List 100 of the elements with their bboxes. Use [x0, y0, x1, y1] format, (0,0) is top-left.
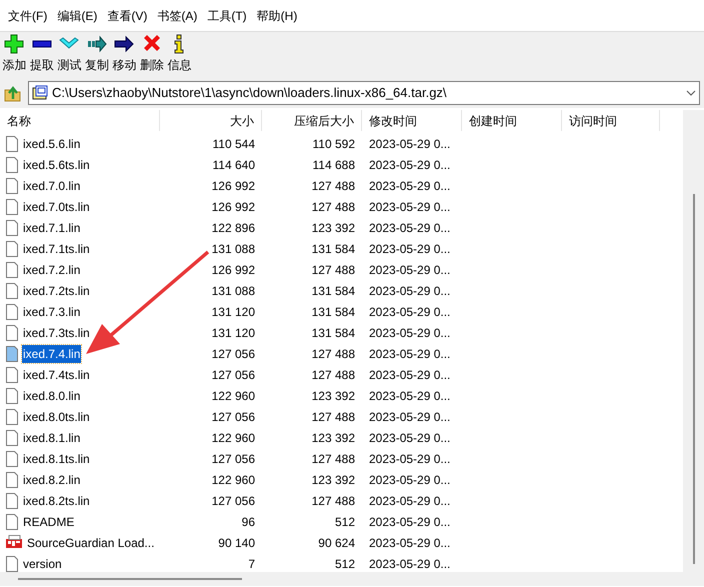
file-name[interactable]: ixed.7.0ts.lin: [22, 198, 91, 216]
modified-cell-text: 2023-05-29 0...: [369, 282, 450, 300]
modified-cell-text: 2023-05-29 0...: [369, 136, 450, 152]
file-name[interactable]: ixed.7.1.lin: [22, 218, 82, 236]
size-cell-text: 122 960: [212, 472, 255, 488]
cross-icon: [142, 34, 162, 54]
file-icon: [6, 346, 18, 362]
file-icon: [6, 408, 18, 424]
delete-button[interactable]: 删除: [138, 34, 165, 72]
file-name[interactable]: ixed.7.4ts.lin: [22, 366, 91, 384]
file-name[interactable]: ixed.7.2.lin: [22, 260, 82, 278]
file-icon: [6, 198, 18, 214]
packed-cell-text: 512: [334, 514, 355, 530]
file-name[interactable]: ixed.7.0.lin: [22, 176, 82, 194]
column-header[interactable]: 名称: [0, 110, 160, 131]
dropdown-caret-icon[interactable]: [686, 90, 696, 96]
vertical-scrollbar-thumb[interactable]: [692, 194, 694, 564]
column-header[interactable]: 访问时间: [562, 110, 660, 131]
modified-cell-text: 2023-05-29 0...: [369, 534, 450, 552]
modified-cell-text: 2023-05-29 0...: [369, 556, 450, 572]
add-button[interactable]: 添加: [1, 34, 28, 72]
menu-item[interactable]: 文件(F): [4, 6, 52, 24]
modified-cell-text: 2023-05-29 0...: [369, 430, 450, 446]
file-name[interactable]: ixed.7.4.lin: [22, 344, 82, 362]
file-name[interactable]: ixed.7.3ts.lin: [22, 324, 91, 342]
modified-cell-text: 2023-05-29 0...: [369, 304, 450, 320]
modified-cell-text: 2023-05-29 0...: [369, 262, 450, 278]
packed-cell-text: 123 392: [312, 472, 355, 488]
size-cell-text: 126 992: [212, 262, 255, 278]
file-name[interactable]: SourceGuardian Load...: [26, 534, 156, 552]
menu-item[interactable]: 查看(V): [103, 6, 152, 24]
file-name[interactable]: ixed.5.6ts.lin: [22, 156, 91, 174]
modified-cell-text: 2023-05-29 0...: [369, 450, 450, 468]
file-icon: [6, 178, 18, 194]
packed-cell-text: 127 488: [312, 346, 355, 362]
horizontal-scrollbar-thumb[interactable]: [18, 578, 242, 580]
size-cell-text: 131 088: [212, 282, 255, 300]
file-name[interactable]: version: [22, 554, 63, 572]
info-button[interactable]: 信息: [166, 34, 192, 72]
dashed-arrow-icon: [86, 34, 107, 54]
size-cell-text: 114 640: [212, 156, 255, 174]
size-cell-text: 7: [248, 556, 255, 572]
menu-item[interactable]: 编辑(E): [53, 6, 102, 24]
size-cell-text: 110 544: [212, 136, 255, 152]
address-combobox[interactable]: C:\Users\zhaoby\Nutstore\1\async\down\loaders.linux-x86_64.tar.gz\: [28, 81, 700, 105]
file-name[interactable]: ixed.8.0ts.lin: [22, 408, 91, 426]
size-cell-text: 127 056: [212, 450, 255, 468]
file-icon: [6, 324, 18, 340]
size-cell-text: 122 960: [212, 430, 255, 446]
file-name[interactable]: ixed.8.1.lin: [22, 428, 82, 446]
file-name[interactable]: README: [22, 512, 76, 530]
test-button[interactable]: 测试: [56, 34, 82, 72]
file-icon: [6, 304, 18, 320]
packed-cell-text: 131 584: [312, 240, 355, 258]
column-header[interactable]: 压缩后大小: [262, 110, 362, 131]
modified-cell-text: 2023-05-29 0...: [369, 366, 450, 384]
extract-button[interactable]: 提取: [28, 34, 55, 72]
modified-cell-text: 2023-05-29 0...: [369, 346, 450, 362]
menu-item[interactable]: 工具(T): [203, 6, 251, 24]
size-cell-text: 122 896: [212, 220, 255, 236]
file-icon: [6, 282, 18, 298]
packed-cell-text: 131 584: [312, 304, 355, 320]
packed-cell-text: 512: [334, 556, 355, 572]
packed-cell-text: 90 624: [318, 534, 355, 552]
file-icon: [6, 514, 18, 530]
file-name[interactable]: ixed.5.6.lin: [22, 134, 82, 152]
size-cell-text: 127 056: [212, 366, 255, 384]
file-icon: [6, 388, 18, 404]
modified-cell-text: 2023-05-29 0...: [369, 324, 450, 342]
folder-up-icon[interactable]: [4, 84, 22, 102]
packed-cell-text: 127 488: [312, 262, 355, 278]
modified-cell-text: 2023-05-29 0...: [369, 178, 450, 194]
menu-item[interactable]: 帮助(H): [252, 6, 302, 24]
file-name[interactable]: ixed.8.2ts.lin: [22, 492, 91, 510]
file-name[interactable]: ixed.8.0.lin: [22, 386, 82, 404]
file-name[interactable]: ixed.7.1ts.lin: [22, 240, 91, 258]
modified-cell-text: 2023-05-29 0...: [369, 388, 450, 404]
column-header[interactable]: 大小: [160, 110, 262, 131]
packed-cell-text: 123 392: [312, 220, 355, 236]
size-cell-text: 126 992: [212, 178, 255, 194]
file-name[interactable]: ixed.8.2.lin: [22, 470, 82, 488]
packed-cell-text: 127 488: [312, 492, 355, 510]
size-cell-text: 131 088: [212, 240, 255, 258]
file-name[interactable]: ixed.8.1ts.lin: [22, 450, 91, 468]
modified-cell-text: 2023-05-29 0...: [369, 240, 450, 258]
modified-cell-text: 2023-05-29 0...: [369, 156, 450, 174]
packed-cell-text: 127 488: [312, 408, 355, 426]
column-header[interactable]: 创建时间: [462, 110, 562, 131]
archive-icon: [32, 85, 48, 101]
move-button[interactable]: 移动: [111, 34, 138, 72]
copy-button[interactable]: 复制: [84, 34, 110, 72]
file-icon: [6, 492, 18, 508]
menu-item[interactable]: 书签(A): [153, 6, 202, 24]
file-icon: [6, 472, 18, 488]
file-icon: [6, 366, 18, 382]
file-name[interactable]: ixed.7.3.lin: [22, 302, 82, 320]
file-name[interactable]: ixed.7.2ts.lin: [22, 282, 91, 300]
packed-cell-text: 114 688: [312, 156, 355, 174]
size-cell-text: 131 120: [212, 304, 255, 320]
column-header[interactable]: 修改时间: [362, 110, 462, 131]
